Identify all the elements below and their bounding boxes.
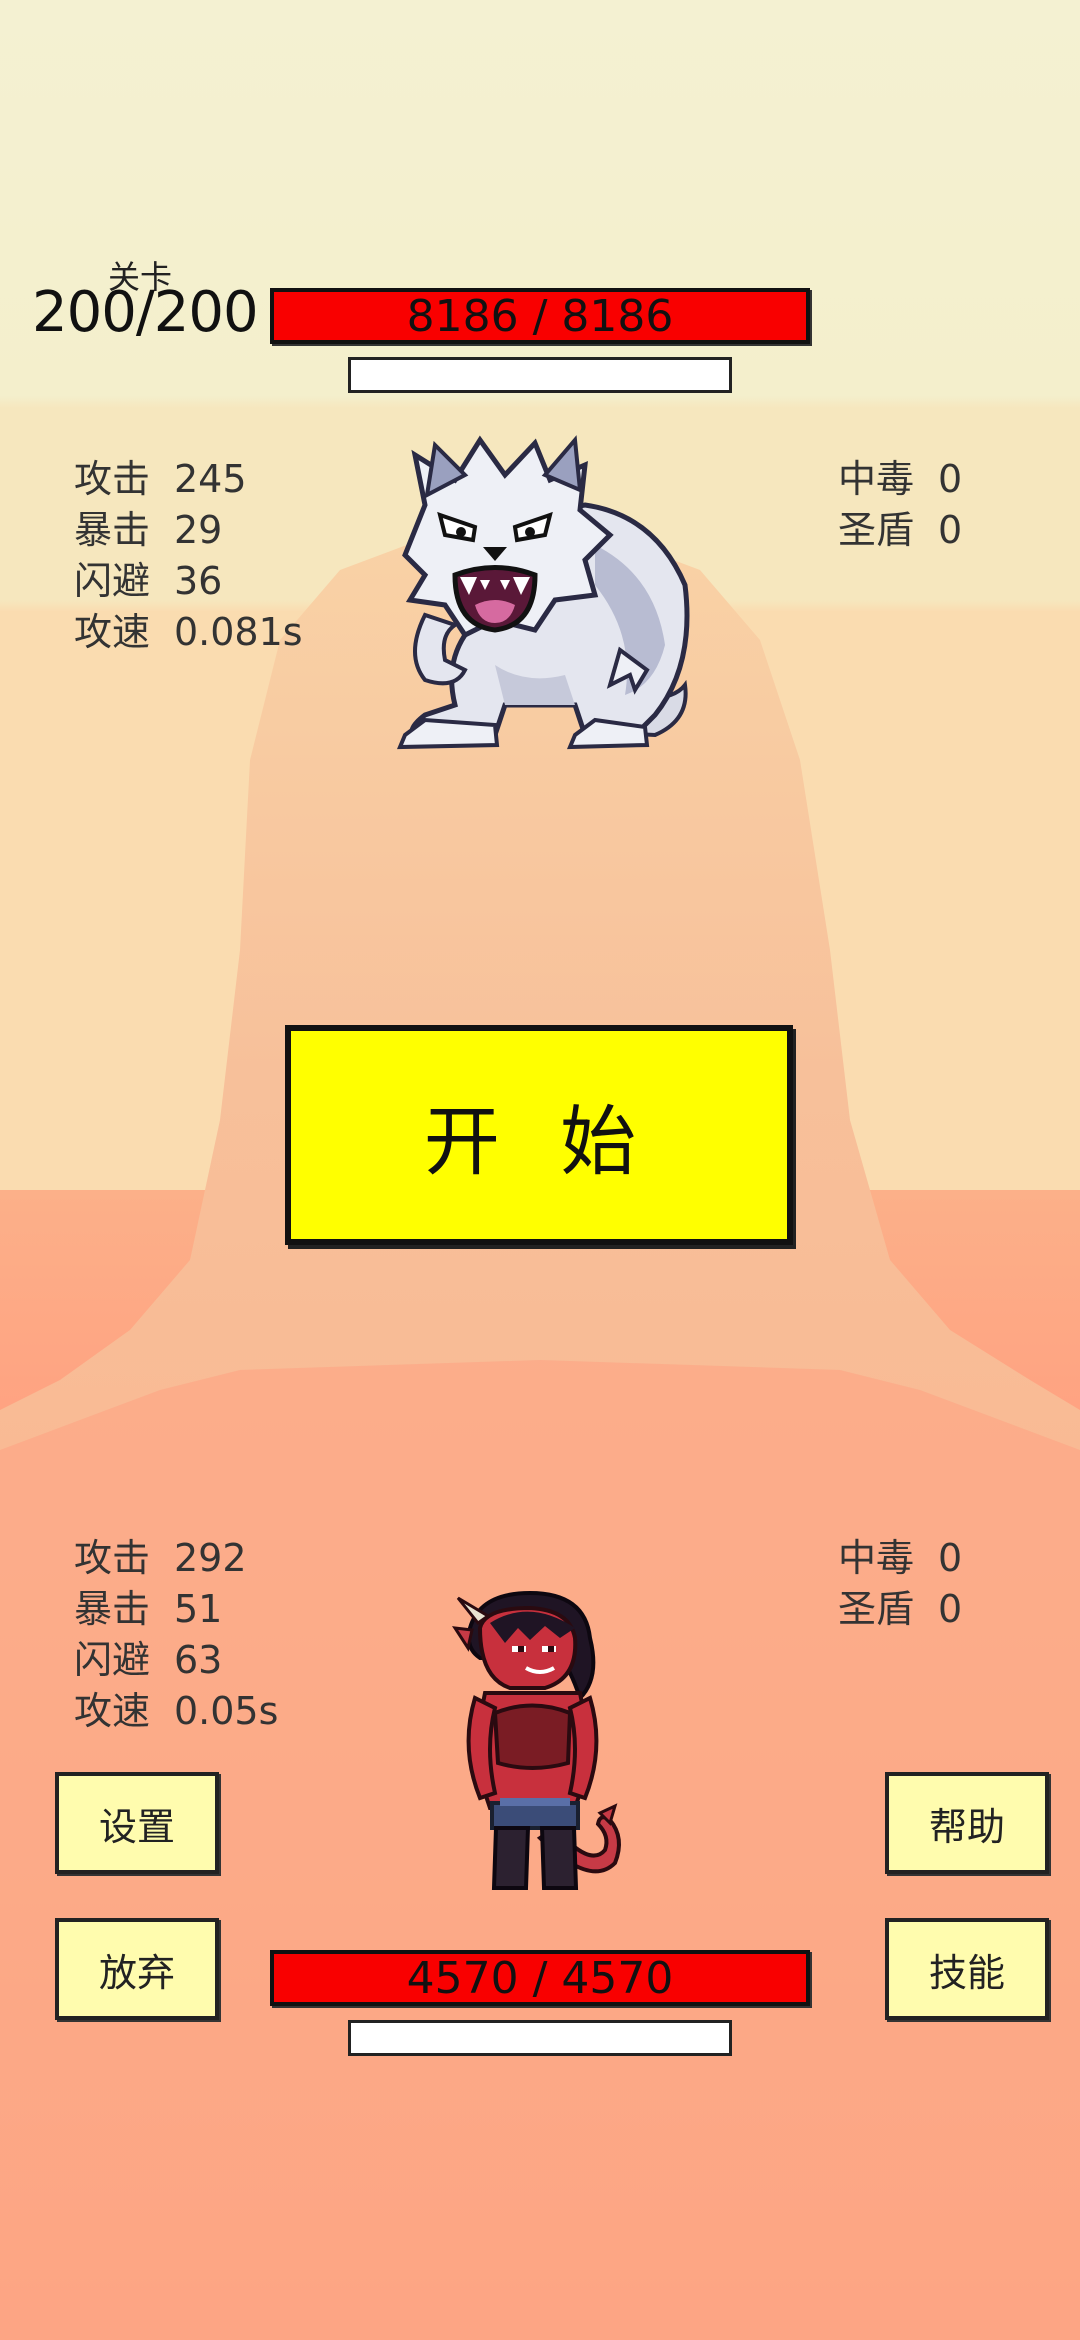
player-energy-bar [348, 2020, 732, 2056]
stat-value: 245 [174, 457, 247, 501]
enemy-stats: 攻击 245 暴击 29 闪避 36 攻速 0.081s [74, 454, 303, 658]
stat-value: 292 [174, 1536, 247, 1580]
stat-value: 0.05s [174, 1689, 279, 1733]
stage-counter: 200/200 [32, 280, 259, 345]
player-status-shield: 圣盾 0 [838, 1584, 962, 1635]
start-button-label: 开 始 [423, 1097, 655, 1186]
enemy-energy-bar [348, 357, 732, 393]
stat-label: 攻速 [74, 1689, 151, 1733]
enemy-status-poison: 中毒 0 [838, 454, 962, 505]
stat-label: 攻击 [74, 457, 151, 501]
stat-label: 暴击 [74, 508, 151, 552]
enemy-hp-bar: 8186 / 8186 [270, 288, 810, 344]
status-value: 0 [938, 1587, 963, 1631]
status-label: 中毒 [838, 457, 915, 501]
stat-label: 攻击 [74, 1536, 151, 1580]
status-value: 0 [938, 508, 963, 552]
player-status: 中毒 0 圣盾 0 [838, 1533, 962, 1635]
help-button[interactable]: 帮助 [885, 1772, 1049, 1874]
player-stat-dodge: 闪避 63 [74, 1635, 278, 1686]
player-hp-text: 4570 / 4570 [406, 1953, 674, 2004]
demon-girl-icon [451, 1590, 621, 1890]
enemy-stat-crit: 暴击 29 [74, 505, 303, 556]
stat-label: 闪避 [74, 559, 151, 603]
stat-label: 攻速 [74, 610, 151, 654]
player-stat-attack: 攻击 292 [74, 1533, 278, 1584]
stat-value: 29 [174, 508, 223, 552]
stat-value: 0.081s [174, 610, 303, 654]
stat-value: 63 [174, 1638, 223, 1682]
stat-value: 51 [174, 1587, 223, 1631]
enemy-stat-speed: 攻速 0.081s [74, 607, 303, 658]
status-label: 中毒 [838, 1536, 915, 1580]
stat-label: 闪避 [74, 1638, 151, 1682]
werewolf-icon [396, 435, 690, 750]
player-hp-bar: 4570 / 4570 [270, 1950, 810, 2006]
enemy-stat-attack: 攻击 245 [74, 454, 303, 505]
settings-button[interactable]: 设置 [55, 1772, 219, 1874]
give-up-button[interactable]: 放弃 [55, 1918, 219, 2020]
status-label: 圣盾 [838, 508, 915, 552]
player-status-poison: 中毒 0 [838, 1533, 962, 1584]
status-value: 0 [938, 1536, 963, 1580]
stat-label: 暴击 [74, 1587, 151, 1631]
skills-button[interactable]: 技能 [885, 1918, 1049, 2020]
player-stats: 攻击 292 暴击 51 闪避 63 攻速 0.05s [74, 1533, 278, 1737]
status-label: 圣盾 [838, 1587, 915, 1631]
player-stat-speed: 攻速 0.05s [74, 1686, 278, 1737]
stat-value: 36 [174, 559, 223, 603]
enemy-status: 中毒 0 圣盾 0 [838, 454, 962, 556]
player-stat-crit: 暴击 51 [74, 1584, 278, 1635]
enemy-stat-dodge: 闪避 36 [74, 556, 303, 607]
enemy-hp-text: 8186 / 8186 [406, 291, 674, 342]
enemy-status-shield: 圣盾 0 [838, 505, 962, 556]
status-value: 0 [938, 457, 963, 501]
start-button[interactable]: 开 始 [285, 1025, 793, 1245]
